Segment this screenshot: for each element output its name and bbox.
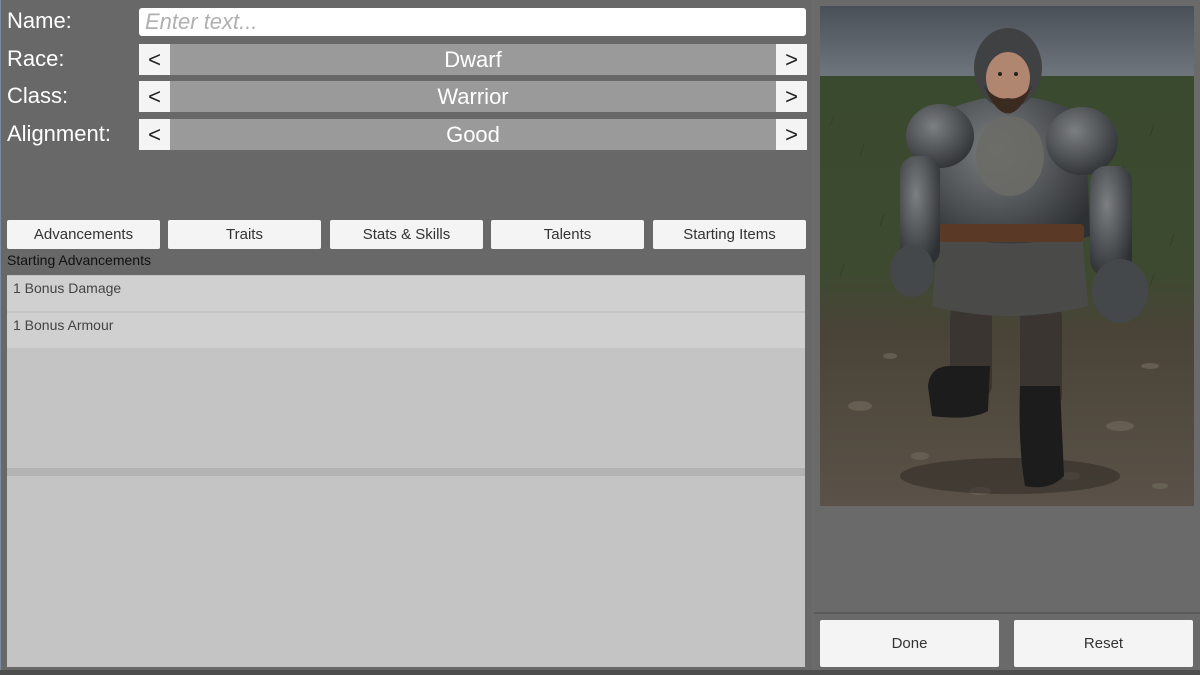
class-selector: < Warrior >	[139, 81, 807, 112]
reset-button[interactable]: Reset	[1014, 620, 1193, 667]
class-label: Class:	[7, 83, 69, 108]
tab-talents[interactable]: Talents	[491, 220, 644, 249]
race-selector: < Dwarf >	[139, 44, 807, 75]
list-item[interactable]: 1 Bonus Armour	[7, 313, 805, 348]
dwarf-warrior-image	[820, 6, 1194, 506]
tab-starting-items[interactable]: Starting Items	[653, 220, 806, 249]
tab-traits[interactable]: Traits	[168, 220, 321, 249]
tab-stats-skills[interactable]: Stats & Skills	[330, 220, 483, 249]
list-divider	[7, 468, 805, 476]
section-title: Starting Advancements	[7, 252, 151, 268]
tab-advancements[interactable]: Advancements	[7, 220, 160, 249]
race-next-button[interactable]: >	[776, 44, 807, 75]
alignment-prev-button[interactable]: <	[139, 119, 170, 150]
name-input[interactable]	[139, 8, 806, 36]
tab-bar: Advancements Traits Stats & Skills Talen…	[7, 220, 806, 249]
alignment-selector: < Good >	[139, 119, 807, 150]
advancements-list[interactable]: 1 Bonus Damage 1 Bonus Armour	[7, 275, 805, 468]
name-label: Name:	[7, 8, 72, 33]
list-item[interactable]: 1 Bonus Damage	[7, 276, 805, 311]
done-button[interactable]: Done	[820, 620, 999, 667]
character-preview	[820, 6, 1194, 506]
alignment-next-button[interactable]: >	[776, 119, 807, 150]
bottom-strip	[0, 670, 1200, 675]
class-prev-button[interactable]: <	[139, 81, 170, 112]
alignment-value: Good	[170, 119, 776, 150]
details-area	[7, 476, 805, 667]
race-value: Dwarf	[170, 44, 776, 75]
race-label: Race:	[7, 46, 65, 71]
class-value: Warrior	[170, 81, 776, 112]
class-next-button[interactable]: >	[776, 81, 807, 112]
alignment-label: Alignment:	[7, 121, 111, 146]
preview-divider	[814, 612, 1200, 614]
race-prev-button[interactable]: <	[139, 44, 170, 75]
